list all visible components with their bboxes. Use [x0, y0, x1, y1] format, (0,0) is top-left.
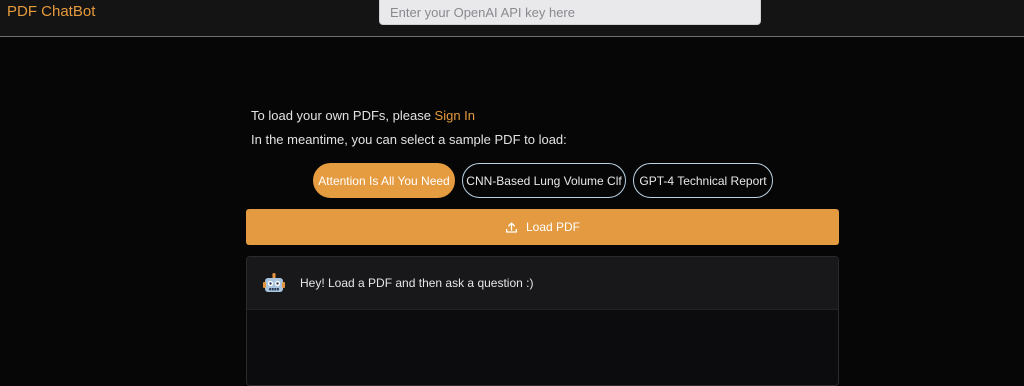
sample-pdf-cnn-lung-button[interactable]: CNN-Based Lung Volume Clf — [462, 163, 626, 198]
top-bar: PDF ChatBot — [0, 0, 1024, 37]
chat-message-text: Hey! Load a PDF and then ask a question … — [300, 276, 534, 290]
api-key-input[interactable] — [379, 0, 761, 25]
robot-icon — [263, 273, 285, 292]
sample-pdf-prompt: In the meantime, you can select a sample… — [251, 132, 567, 147]
sign-in-prompt-text: To load your own PDFs, please — [251, 108, 435, 123]
chat-panel: Hey! Load a PDF and then ask a question … — [246, 256, 839, 386]
app-title: PDF ChatBot — [7, 3, 96, 20]
chat-message: Hey! Load a PDF and then ask a question … — [247, 257, 838, 310]
load-pdf-button[interactable]: Load PDF — [246, 209, 839, 245]
sign-in-link[interactable]: Sign In — [435, 108, 475, 123]
sign-in-prompt: To load your own PDFs, please Sign In — [251, 108, 475, 123]
load-pdf-label: Load PDF — [525, 220, 581, 234]
sample-pdf-attention-button[interactable]: Attention Is All You Need — [313, 163, 455, 198]
upload-icon — [505, 221, 518, 233]
sample-pdf-gpt4-button[interactable]: GPT-4 Technical Report — [633, 163, 773, 198]
